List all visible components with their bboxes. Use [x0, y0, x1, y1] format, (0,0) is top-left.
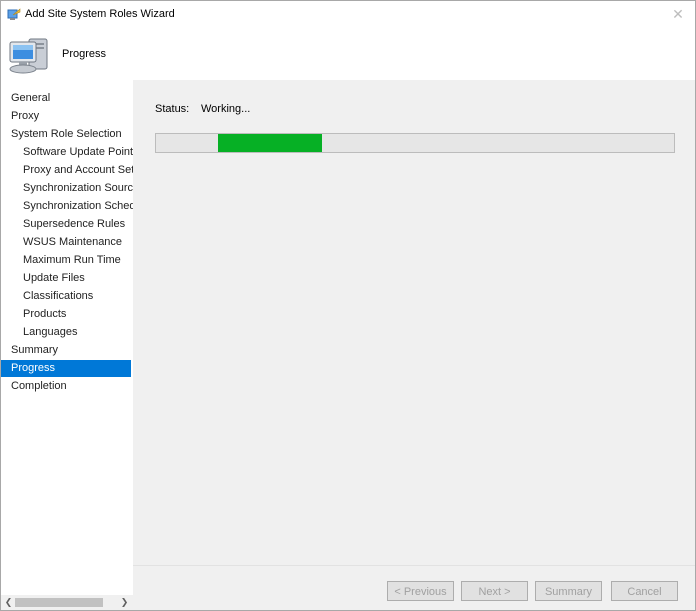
button-bar: < Previous Next > Summary Cancel — [133, 565, 695, 610]
nav-item-products[interactable]: Products — [1, 306, 133, 323]
title-bar: Add Site System Roles Wizard ✕ — [1, 1, 695, 29]
cancel-button[interactable]: Cancel — [611, 581, 678, 601]
nav-item-proxy[interactable]: Proxy — [1, 108, 133, 125]
status-label: Status: — [155, 103, 190, 115]
nav-item-classifications[interactable]: Classifications — [1, 288, 133, 305]
progress-bar-fill — [218, 134, 322, 152]
nav-item-languages[interactable]: Languages — [1, 324, 133, 341]
nav-item-maximum-run-time[interactable]: Maximum Run Time — [1, 252, 133, 269]
nav-item-software-update-point[interactable]: Software Update Point — [1, 144, 133, 161]
computer-icon — [7, 33, 51, 77]
nav-item-update-files[interactable]: Update Files — [1, 270, 133, 287]
wizard-app-icon — [7, 8, 21, 22]
wizard-window: Add Site System Roles Wizard ✕ Progress … — [0, 0, 696, 611]
status-value: Working... — [201, 103, 251, 115]
nav-item-completion[interactable]: Completion — [1, 378, 133, 395]
nav-item-synchronization-schedule[interactable]: Synchronization Schedule — [1, 198, 133, 215]
nav-item-synchronization-source[interactable]: Synchronization Source — [1, 180, 133, 197]
scroll-left-icon[interactable]: ❮ — [3, 596, 14, 609]
nav-item-system-role-selection[interactable]: System Role Selection — [1, 126, 133, 143]
summary-button[interactable]: Summary — [535, 581, 602, 601]
progress-bar — [155, 133, 675, 153]
nav-item-proxy-and-account-settings[interactable]: Proxy and Account Settings — [1, 162, 133, 179]
previous-button[interactable]: < Previous — [387, 581, 454, 601]
nav-item-summary[interactable]: Summary — [1, 342, 133, 359]
wizard-navigation: General Proxy System Role Selection Soft… — [1, 80, 133, 595]
scrollbar-thumb[interactable] — [15, 598, 103, 607]
nav-horizontal-scrollbar[interactable]: ❮ ❯ — [1, 595, 133, 610]
close-icon[interactable]: ✕ — [669, 5, 687, 23]
wizard-header: Progress — [1, 29, 695, 80]
progress-panel: Status: Working... — [133, 80, 695, 565]
nav-item-general[interactable]: General — [1, 90, 133, 107]
nav-item-wsus-maintenance[interactable]: WSUS Maintenance — [1, 234, 133, 251]
next-button[interactable]: Next > — [461, 581, 528, 601]
window-title: Add Site System Roles Wizard — [25, 8, 175, 20]
nav-item-progress[interactable]: Progress — [1, 360, 131, 377]
scroll-right-icon[interactable]: ❯ — [119, 596, 130, 609]
page-title: Progress — [62, 48, 107, 60]
nav-item-supersedence-rules[interactable]: Supersedence Rules — [1, 216, 133, 233]
